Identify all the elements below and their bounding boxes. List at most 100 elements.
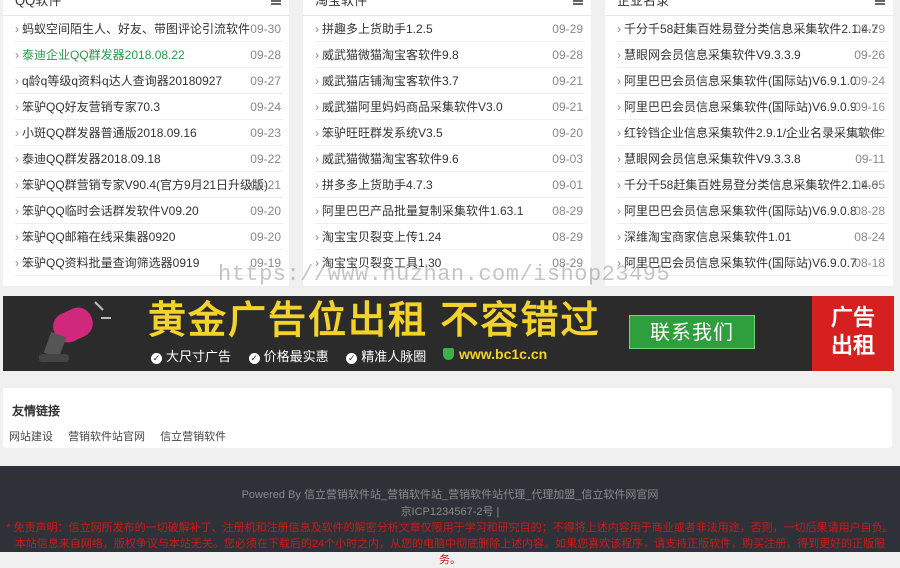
- item-title[interactable]: 威武猫微猫淘宝客软件9.8: [315, 42, 585, 68]
- item-title[interactable]: 慧眼网会员信息采集软件V9.3.3.8: [617, 146, 887, 172]
- list-item[interactable]: 蚂蚁空间陌生人、好友、带图评论引流软件09-30: [15, 16, 283, 42]
- list-item[interactable]: 深维淘宝商家信息采集软件1.0108-24: [617, 224, 887, 250]
- list-item[interactable]: 小斑QQ群发器普通版2018.09.1609-23: [15, 120, 283, 146]
- list-item[interactable]: 阿里巴巴产品批量复制采集软件1.63.108-29: [315, 198, 585, 224]
- friend-link[interactable]: 信立营销软件: [160, 431, 226, 443]
- list-item[interactable]: 威武猫店铺淘宝客软件3.709-21: [315, 68, 585, 94]
- list-item[interactable]: 笨驴QQ邮箱在线采集器092009-20: [15, 224, 283, 250]
- microphone-icon: [39, 301, 111, 362]
- item-title[interactable]: 慧眼网会员信息采集软件V9.3.3.9: [617, 42, 887, 68]
- item-date: 09-12: [854, 126, 885, 140]
- feature-label: 精准人脉圈: [361, 349, 427, 364]
- item-title[interactable]: 阿里巴巴会员信息采集软件(国际站)V6.9.0.7: [617, 250, 887, 276]
- item-date: 09-30: [250, 22, 281, 36]
- item-title[interactable]: 千分千58赶集百姓易登分类信息采集软件2.1.4.7: [617, 16, 887, 42]
- item-title[interactable]: 笨驴QQ资料批量查询筛选器0919: [15, 250, 283, 276]
- panel-title[interactable]: 淘宝软件: [315, 0, 367, 8]
- item-title[interactable]: 深维淘宝商家信息采集软件1.01: [617, 224, 887, 250]
- item-date: 09-22: [250, 152, 281, 166]
- item-date: 08-24: [854, 230, 885, 244]
- item-title[interactable]: 笨驴旺旺群发系统V3.5: [315, 120, 585, 146]
- list-item[interactable]: 笨驴QQ资料批量查询筛选器091909-19: [15, 250, 283, 276]
- item-title[interactable]: 阿里巴巴产品批量复制采集软件1.63.1: [315, 198, 585, 224]
- friend-link[interactable]: 网站建设: [9, 431, 53, 443]
- item-title[interactable]: 阿里巴巴会员信息采集软件(国际站)V6.9.0.9: [617, 94, 887, 120]
- list-item[interactable]: 红铃铛企业信息采集软件2.9.1/企业名录采集软件09-12: [617, 120, 887, 146]
- site-url: www.bc1c.cn: [459, 346, 548, 362]
- list-item[interactable]: 千分千58赶集百姓易登分类信息采集软件2.1.4.709-29: [617, 16, 887, 42]
- list-menu-icon[interactable]: [271, 0, 281, 5]
- contact-us-button[interactable]: 联系我们: [629, 315, 755, 349]
- list-item[interactable]: 千分千58赶集百姓易登分类信息采集软件2.1.4.609-05: [617, 172, 887, 198]
- item-title[interactable]: 拼趣多上货助手1.2.5: [315, 16, 585, 42]
- item-date: 09-21: [552, 100, 583, 114]
- item-date: 09-21: [552, 74, 583, 88]
- list-item[interactable]: 阿里巴巴会员信息采集软件(国际站)V6.9.0.708-18: [617, 250, 887, 276]
- list-item[interactable]: 慧眼网会员信息采集软件V9.3.3.809-11: [617, 146, 887, 172]
- ad-banner[interactable]: 黄金广告位出租 不容错过 ✓ 大尺寸广告 ✓ 价格最实惠 ✓ 精准人脉圈 www.bc…: [3, 296, 894, 371]
- item-date: 08-28: [854, 204, 885, 218]
- list-item[interactable]: 笨驴QQ临时会话群发软件V09.2009-20: [15, 198, 283, 224]
- list-item[interactable]: 拼趣多上货助手1.2.509-29: [315, 16, 585, 42]
- item-title[interactable]: 威武猫微猫淘宝客软件9.6: [315, 146, 585, 172]
- list-item[interactable]: 威武猫微猫淘宝客软件9.609-03: [315, 146, 585, 172]
- disclaimer: * 免责声明：信立网所发布的一切破解补丁、注册机和注册信息及软件的解密分析文章仅…: [6, 522, 894, 566]
- panel-title[interactable]: 企业名录: [617, 0, 669, 8]
- panel-header: QQ软件: [3, 0, 289, 16]
- powered-by-link[interactable]: Powered By 信立营销软件站_营销软件站_营销软件站代理_代理加盟_信立…: [242, 489, 659, 501]
- feature-item: ✓ 价格最实惠: [248, 349, 329, 364]
- list-item[interactable]: 威武猫阿里妈妈商品采集软件V3.009-21: [315, 94, 585, 120]
- item-title[interactable]: q龄q等级q资料q达人查询器20180927: [15, 68, 283, 94]
- item-date: 09-28: [552, 48, 583, 62]
- item-title[interactable]: 笨驴QQ临时会话群发软件V09.20: [15, 198, 283, 224]
- check-icon: ✓: [151, 353, 162, 364]
- item-title[interactable]: 泰迪企业QQ群发器2018.08.22: [15, 42, 283, 68]
- list-item[interactable]: 笨驴旺旺群发系统V3.509-20: [315, 120, 585, 146]
- item-title[interactable]: 泰迪QQ群发器2018.09.18: [15, 146, 283, 172]
- list-item[interactable]: 淘宝宝贝裂变上传1.2408-29: [315, 224, 585, 250]
- list-menu-icon[interactable]: [573, 0, 583, 5]
- item-title[interactable]: 笨驴QQ邮箱在线采集器0920: [15, 224, 283, 250]
- item-date: 09-24: [854, 74, 885, 88]
- list-item[interactable]: 慧眼网会员信息采集软件V9.3.3.909-26: [617, 42, 887, 68]
- item-title[interactable]: 千分千58赶集百姓易登分类信息采集软件2.1.4.6: [617, 172, 887, 198]
- item-title[interactable]: 淘宝宝贝裂变上传1.24: [315, 224, 585, 250]
- list-item[interactable]: 威武猫微猫淘宝客软件9.809-28: [315, 42, 585, 68]
- item-date: 09-23: [250, 126, 281, 140]
- item-title[interactable]: 笨驴QQ好友营销专家70.3: [15, 94, 283, 120]
- item-title[interactable]: 小斑QQ群发器普通版2018.09.16: [15, 120, 283, 146]
- item-date: 09-11: [855, 152, 885, 166]
- item-title[interactable]: 蚂蚁空间陌生人、好友、带图评论引流软件: [15, 16, 283, 42]
- list-item[interactable]: 阿里巴巴会员信息采集软件(国际站)V6.9.1.009-24: [617, 68, 887, 94]
- item-title[interactable]: 威武猫店铺淘宝客软件3.7: [315, 68, 585, 94]
- item-date: 09-21: [250, 178, 281, 192]
- item-title[interactable]: 红铃铛企业信息采集软件2.9.1/企业名录采集软件: [617, 120, 887, 146]
- item-title[interactable]: 阿里巴巴会员信息采集软件(国际站)V6.9.0.8: [617, 198, 887, 224]
- feature-label: 价格最实惠: [263, 349, 329, 364]
- item-date: 09-19: [250, 256, 281, 270]
- friend-link[interactable]: 营销软件站官网: [68, 431, 145, 443]
- list-item[interactable]: 阿里巴巴会员信息采集软件(国际站)V6.9.0.909-16: [617, 94, 887, 120]
- item-title[interactable]: 阿里巴巴会员信息采集软件(国际站)V6.9.1.0: [617, 68, 887, 94]
- list-item[interactable]: 阿里巴巴会员信息采集软件(国际站)V6.9.0.808-28: [617, 198, 887, 224]
- item-title[interactable]: 淘宝宝贝裂变工具1.30: [315, 250, 585, 276]
- list-item[interactable]: 淘宝宝贝裂变工具1.3008-29: [315, 250, 585, 276]
- shield-icon: [443, 348, 454, 360]
- list-item[interactable]: 拼多多上货助手4.7.309-01: [315, 172, 585, 198]
- list-item[interactable]: 笨驴QQ群营销专家V90.4(官方9月21日升级版)09-21: [15, 172, 283, 198]
- panel-header: 企业名录: [605, 0, 893, 16]
- software-list: 拼趣多上货助手1.2.509-29威武猫微猫淘宝客软件9.809-28威武猫店铺…: [303, 16, 591, 276]
- item-title[interactable]: 拼多多上货助手4.7.3: [315, 172, 585, 198]
- list-item[interactable]: 泰迪QQ群发器2018.09.1809-22: [15, 146, 283, 172]
- list-menu-icon[interactable]: [875, 0, 885, 5]
- panel-title[interactable]: QQ软件: [15, 0, 61, 8]
- list-item[interactable]: q龄q等级q资料q达人查询器2018092709-27: [15, 68, 283, 94]
- item-title[interactable]: 威武猫阿里妈妈商品采集软件V3.0: [315, 94, 585, 120]
- rent-line: 出租: [830, 333, 875, 358]
- list-item[interactable]: 笨驴QQ好友营销专家70.309-24: [15, 94, 283, 120]
- software-list: 千分千58赶集百姓易登分类信息采集软件2.1.4.709-29慧眼网会员信息采集…: [605, 16, 893, 276]
- item-date: 08-29: [552, 256, 583, 270]
- list-item[interactable]: 泰迪企业QQ群发器2018.08.2209-28: [15, 42, 283, 68]
- item-title[interactable]: 笨驴QQ群营销专家V90.4(官方9月21日升级版): [15, 172, 283, 198]
- icp-record[interactable]: 京ICP1234567-2号 |: [0, 503, 900, 519]
